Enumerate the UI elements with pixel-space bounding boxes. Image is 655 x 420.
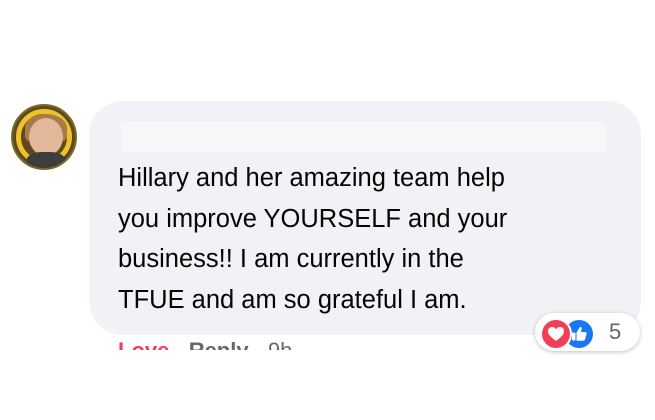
separator-dot: ·	[175, 338, 182, 350]
reactions-summary[interactable]: 5	[535, 313, 640, 351]
comment-line: TFUE and am so grateful I am.	[118, 285, 467, 314]
comment-actions: Love · Reply · 9h	[118, 336, 292, 350]
comment-line: Hillary and her amazing team help	[118, 164, 505, 192]
comment-line: business!! I am currently in the	[118, 245, 464, 273]
reply-link[interactable]: Reply	[189, 338, 249, 350]
avatar-shirt	[27, 152, 65, 168]
avatar-face	[29, 118, 63, 156]
reaction-count: 5	[609, 319, 622, 344]
separator-dot: ·	[255, 338, 262, 350]
heart-icon	[540, 318, 572, 350]
comment-line: you improve YOURSELF and your	[118, 204, 508, 233]
redacted-author-name	[121, 122, 605, 152]
comment-text: Hillary and her amazing team help you im…	[118, 158, 618, 320]
love-reaction-link[interactable]: Love	[118, 338, 169, 350]
timestamp[interactable]: 9h	[268, 338, 292, 350]
avatar[interactable]	[11, 104, 77, 170]
